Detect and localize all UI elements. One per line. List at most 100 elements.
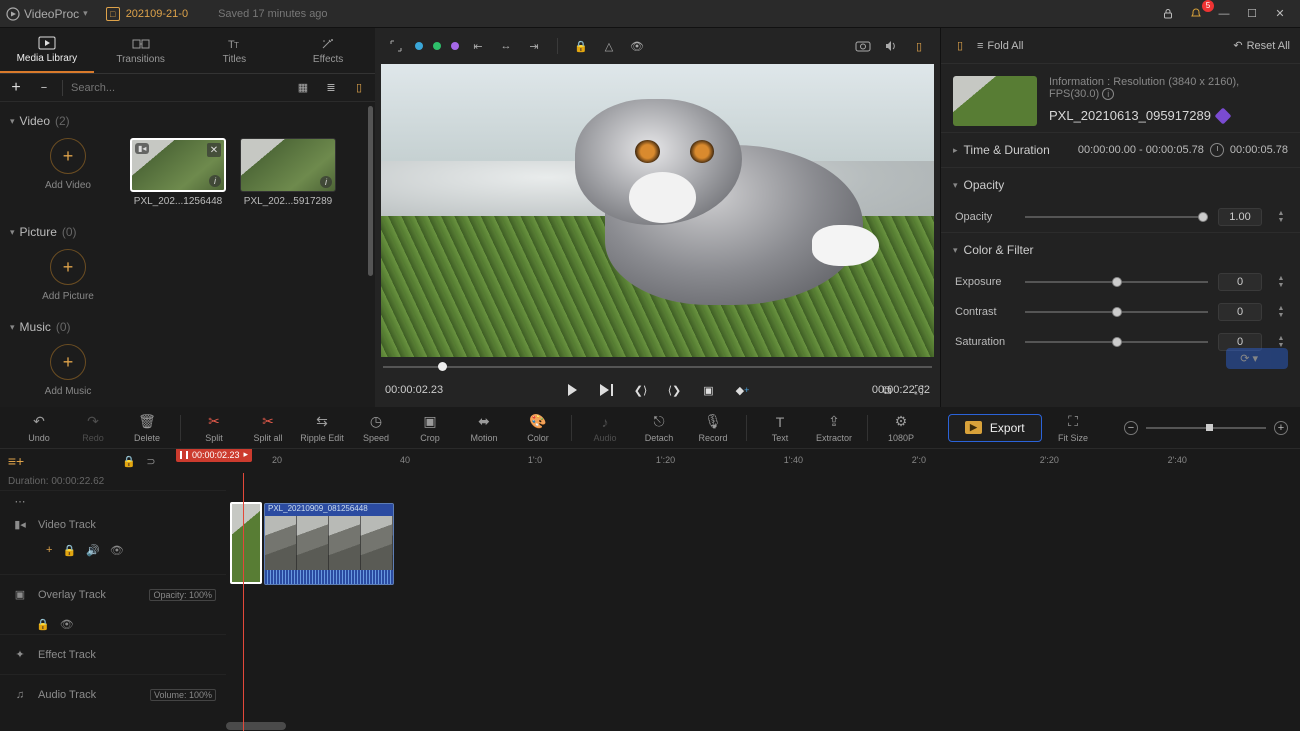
info-icon[interactable]: i (320, 176, 332, 188)
section-opacity[interactable]: ▾Opacity (941, 168, 1300, 202)
app-menu[interactable]: VideoProc ▾ (6, 7, 88, 21)
timeline-ruler[interactable]: 00:00:02.23▸ 20401':01':201':402':02':20… (162, 449, 1300, 473)
playhead-line[interactable] (243, 473, 244, 731)
add-subtrack-button[interactable]: + (46, 544, 52, 556)
stepper-down[interactable]: ▼ (1276, 217, 1286, 224)
add-video-tile[interactable]: +Add Video (18, 138, 118, 207)
tab-titles[interactable]: TT Titles (188, 28, 282, 73)
preview-scrubber[interactable] (383, 361, 932, 373)
overlay-track-head[interactable]: ▣ Overlay Track Opacity: 100% (0, 574, 226, 614)
play-button[interactable] (562, 379, 584, 401)
snap-center-icon[interactable]: ↔ (497, 37, 515, 55)
contrast-slider[interactable] (1025, 311, 1208, 313)
lock-icon[interactable]: 🔒 (572, 37, 590, 55)
track-lock-icon[interactable]: 🔒 (36, 618, 50, 631)
color-label-icon[interactable] (1214, 107, 1231, 124)
text-button[interactable]: TText (753, 413, 807, 443)
library-remove-button[interactable]: − (34, 78, 54, 98)
pip-icon[interactable]: ⧉ (876, 379, 898, 401)
zoom-slider[interactable] (1146, 427, 1266, 429)
stepper-up[interactable]: ▲ (1276, 275, 1286, 282)
timeline-canvas[interactable]: PXL_20210909_081256448 (226, 473, 1300, 731)
fold-all-button[interactable]: ≡Fold All (977, 40, 1024, 52)
remove-clip-icon[interactable]: ✕ (207, 143, 221, 157)
library-add-button[interactable]: + (6, 78, 26, 98)
stepper-down[interactable]: ▼ (1276, 282, 1286, 289)
resolution-button[interactable]: ⚙1080P (874, 413, 928, 443)
clip-thumbnail-2[interactable]: i PXL_202...5917289 (238, 138, 338, 207)
minimize-button[interactable]: — (1210, 3, 1238, 25)
color-button[interactable]: 🎨Color (511, 413, 565, 443)
info-icon[interactable]: i (1102, 88, 1114, 100)
section-music[interactable]: ▾Music(0) (0, 314, 375, 340)
marker-blue[interactable] (415, 42, 423, 50)
motion-button[interactable]: ⬌Motion (457, 413, 511, 443)
prev-frame-button[interactable]: ❮⟩ (630, 379, 652, 401)
audio-track-head[interactable]: ♫ Audio Track Volume: 100% (0, 674, 226, 714)
close-button[interactable]: ✕ (1266, 3, 1294, 25)
fullscreen-icon[interactable]: ⛶ (908, 379, 930, 401)
extractor-button[interactable]: ⇪Extractor (807, 413, 861, 443)
playhead-flag[interactable]: 00:00:02.23▸ (176, 449, 252, 462)
timeline-lock-icon[interactable]: 🔒 (118, 455, 140, 468)
split-button[interactable]: ✂Split (187, 413, 241, 443)
add-marker-icon[interactable]: ◆+ (732, 379, 754, 401)
opacity-value[interactable]: 1.00 (1218, 208, 1262, 226)
library-scrollbar[interactable] (368, 106, 373, 403)
add-track-button[interactable]: ≡+ (4, 453, 28, 469)
detach-button[interactable]: ⎋Detach (632, 413, 686, 443)
section-picture[interactable]: ▾Picture(0) (0, 219, 375, 245)
info-icon[interactable]: i (209, 175, 221, 187)
timeline-h-scrollbar[interactable] (226, 721, 1300, 731)
saturation-slider[interactable] (1025, 341, 1208, 343)
marker-purple[interactable] (451, 42, 459, 50)
timeline-clip-1[interactable] (230, 502, 262, 584)
panel-toggle-icon[interactable]: ▯ (910, 37, 928, 55)
section-video[interactable]: ▾Video(2) (0, 108, 375, 134)
clip-thumbnail-1[interactable]: ▮◂✕i PXL_202...1256448 (128, 138, 228, 207)
next-frame-button[interactable]: ⟨❯ (664, 379, 686, 401)
speed-button[interactable]: ◷Speed (349, 413, 403, 443)
timeline-magnet-icon[interactable]: ⊃ (140, 455, 162, 468)
effect-track-head[interactable]: ✦ Effect Track (0, 634, 226, 674)
tab-transitions[interactable]: Transitions (94, 28, 188, 73)
view-panel-icon[interactable]: ▯ (349, 78, 369, 98)
tab-media-library[interactable]: Media Library (0, 28, 94, 73)
search-input[interactable] (71, 79, 285, 97)
snap-left-icon[interactable]: ⇤ (469, 37, 487, 55)
color-filter-more-button[interactable]: ⟳ ▾ (1226, 348, 1288, 369)
section-color-filter[interactable]: ▾Color & Filter (941, 233, 1300, 267)
lock-icon[interactable] (1154, 3, 1182, 25)
undo-button[interactable]: ↶Undo (12, 413, 66, 443)
zoom-in-button[interactable]: + (1274, 421, 1288, 435)
reset-all-button[interactable]: ↶Reset All (1233, 39, 1290, 52)
volume-icon[interactable] (882, 37, 900, 55)
crop-button[interactable]: ▣Crop (403, 413, 457, 443)
timeline-clip-2[interactable]: PXL_20210909_081256448 (264, 503, 394, 585)
redo-button[interactable]: ↷Redo (66, 413, 120, 443)
notifications-button[interactable]: 5 (1182, 3, 1210, 25)
track-lock-icon[interactable]: 🔒 (62, 544, 76, 557)
marker-green[interactable] (433, 42, 441, 50)
exposure-slider[interactable] (1025, 281, 1208, 283)
snapshot-icon[interactable] (854, 37, 872, 55)
stepper-up[interactable]: ▲ (1276, 210, 1286, 217)
delete-button[interactable]: 🗑Delete (120, 413, 174, 443)
contrast-value[interactable]: 0 (1218, 303, 1262, 321)
play-range-button[interactable] (596, 379, 618, 401)
fit-size-button[interactable]: ⛶Fit Size (1046, 413, 1100, 443)
preview-viewport[interactable] (381, 64, 934, 357)
maximize-button[interactable]: ☐ (1238, 3, 1266, 25)
audio-button[interactable]: ♪Audio (578, 413, 632, 443)
visibility-icon[interactable]: 👁 (628, 37, 646, 55)
transform-icon[interactable] (387, 37, 405, 55)
exposure-value[interactable]: 0 (1218, 273, 1262, 291)
snap-right-icon[interactable]: ⇥ (525, 37, 543, 55)
track-visibility-icon[interactable]: 👁 (110, 544, 124, 557)
stepper-up[interactable]: ▲ (1276, 335, 1286, 342)
split-all-button[interactable]: ✂Split all (241, 413, 295, 443)
view-grid-icon[interactable]: ▦ (293, 78, 313, 98)
track-visibility-icon[interactable]: 👁 (60, 618, 74, 631)
export-button[interactable]: ▶Export (948, 414, 1042, 442)
view-list-icon[interactable]: ≣ (321, 78, 341, 98)
